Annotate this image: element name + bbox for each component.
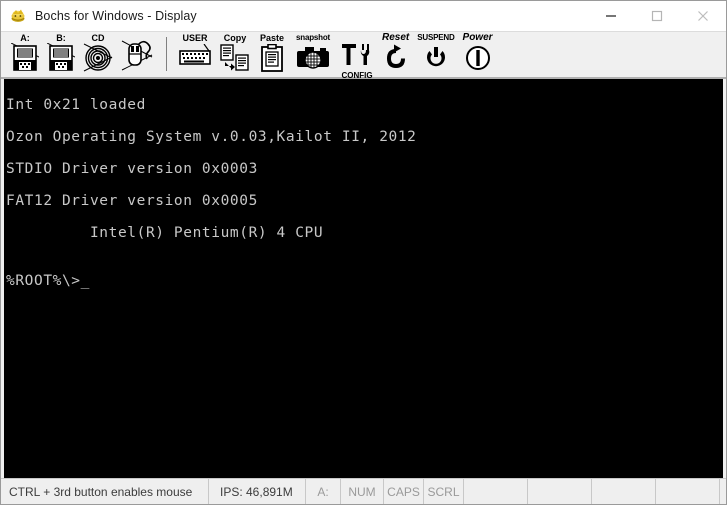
floppy-disk-icon: [10, 42, 40, 78]
toolbar-button-user[interactable]: USER: [174, 32, 216, 77]
toolbar-button-copy[interactable]: Copy: [216, 32, 254, 77]
vga-line: FAT12 Driver version 0x0005: [6, 193, 258, 209]
toolbar-label-floppy-a: A:: [20, 33, 30, 43]
toolbar-button-snapshot[interactable]: snapshot: [290, 32, 336, 77]
status-led-num: NUM: [341, 479, 384, 504]
toolbar-button-mouse[interactable]: [117, 32, 159, 77]
toolbar-button-reset[interactable]: Reset: [378, 32, 413, 77]
tools-icon: [340, 43, 374, 72]
toolbar-button-paste[interactable]: Paste: [254, 32, 290, 77]
status-blank-cell: [592, 479, 656, 504]
title-bar: Bochs for Windows - Display: [1, 1, 726, 31]
toolbar-label-cdrom: CD: [91, 33, 105, 43]
floppy-disk-icon: [46, 42, 76, 78]
toolbar-label-reset: Reset: [382, 32, 410, 43]
toolbar-button-suspend[interactable]: SUSPEND: [413, 32, 458, 77]
window-controls: [588, 1, 726, 31]
vga-text: Int 0x21 loaded Ozon Operating System v.…: [4, 79, 723, 321]
vga-screen[interactable]: Int 0x21 loaded Ozon Operating System v.…: [4, 79, 723, 478]
paste-icon: [258, 43, 286, 77]
toolbar: A: B: CD USER Copy Paste snapshot CONFIG…: [1, 31, 726, 80]
status-message: CTRL + 3rd button enables mouse: [1, 479, 209, 504]
maximize-button[interactable]: [634, 1, 680, 31]
status-blank-cell: [656, 479, 720, 504]
status-blank-cell: [528, 479, 592, 504]
vga-line: STDIO Driver version 0x0003: [6, 161, 258, 177]
cdrom-icon: [83, 43, 113, 78]
toolbar-label-snapshot: snapshot: [296, 33, 330, 42]
toolbar-button-cdrom[interactable]: CD: [79, 32, 117, 77]
toolbar-button-power[interactable]: Power: [459, 32, 497, 77]
toolbar-label-user: USER: [182, 33, 208, 43]
power-icon: [464, 44, 492, 77]
bochs-logo-icon: [9, 7, 27, 25]
status-bar: CTRL + 3rd button enables mouse IPS: 46,…: [1, 478, 726, 504]
status-blank-cell: [464, 479, 528, 504]
status-ips: IPS: 46,891M: [209, 479, 306, 504]
close-button[interactable]: [680, 1, 726, 31]
camera-icon: [294, 44, 332, 77]
text-cursor: _: [80, 273, 90, 289]
shell-prompt: %ROOT%\>: [6, 273, 81, 289]
toolbar-label-power: Power: [462, 32, 493, 43]
toolbar-button-floppy-b[interactable]: B:: [43, 32, 79, 77]
keyboard-icon: [178, 43, 212, 75]
status-led-caps: CAPS: [384, 479, 424, 504]
toolbar-button-config[interactable]: CONFIG: [336, 32, 378, 80]
vga-prompt-line: %ROOT%\>_: [6, 273, 723, 289]
copy-icon: [220, 44, 250, 77]
status-blank-cell: [720, 479, 727, 504]
suspend-icon: [423, 44, 449, 75]
vga-line: Int 0x21 loaded: [6, 97, 146, 113]
toolbar-config-spacer: [356, 33, 359, 43]
status-led-floppy-a: A:: [306, 479, 341, 504]
mouse-icon: [121, 40, 155, 77]
vga-line: Ozon Operating System v.0.03,Kailot II, …: [6, 129, 417, 145]
minimize-button[interactable]: [588, 1, 634, 31]
toolbar-label-suspend: SUSPEND: [417, 33, 455, 42]
bochs-window: Bochs for Windows - Display A: B: CD USE…: [0, 0, 727, 505]
toolbar-label-paste: Paste: [259, 33, 285, 43]
window-title: Bochs for Windows - Display: [35, 9, 197, 23]
toolbar-label-floppy-b: B:: [56, 33, 66, 43]
display-area: Int 0x21 loaded Ozon Operating System v.…: [1, 79, 726, 478]
toolbar-separator: [166, 37, 167, 71]
reset-arrow-icon: [383, 44, 409, 75]
toolbar-button-floppy-a[interactable]: A:: [7, 32, 43, 77]
toolbar-label-copy: Copy: [223, 33, 247, 43]
status-led-scrl: SCRL: [424, 479, 464, 504]
vga-line: Intel(R) Pentium(R) 4 CPU: [6, 225, 324, 241]
